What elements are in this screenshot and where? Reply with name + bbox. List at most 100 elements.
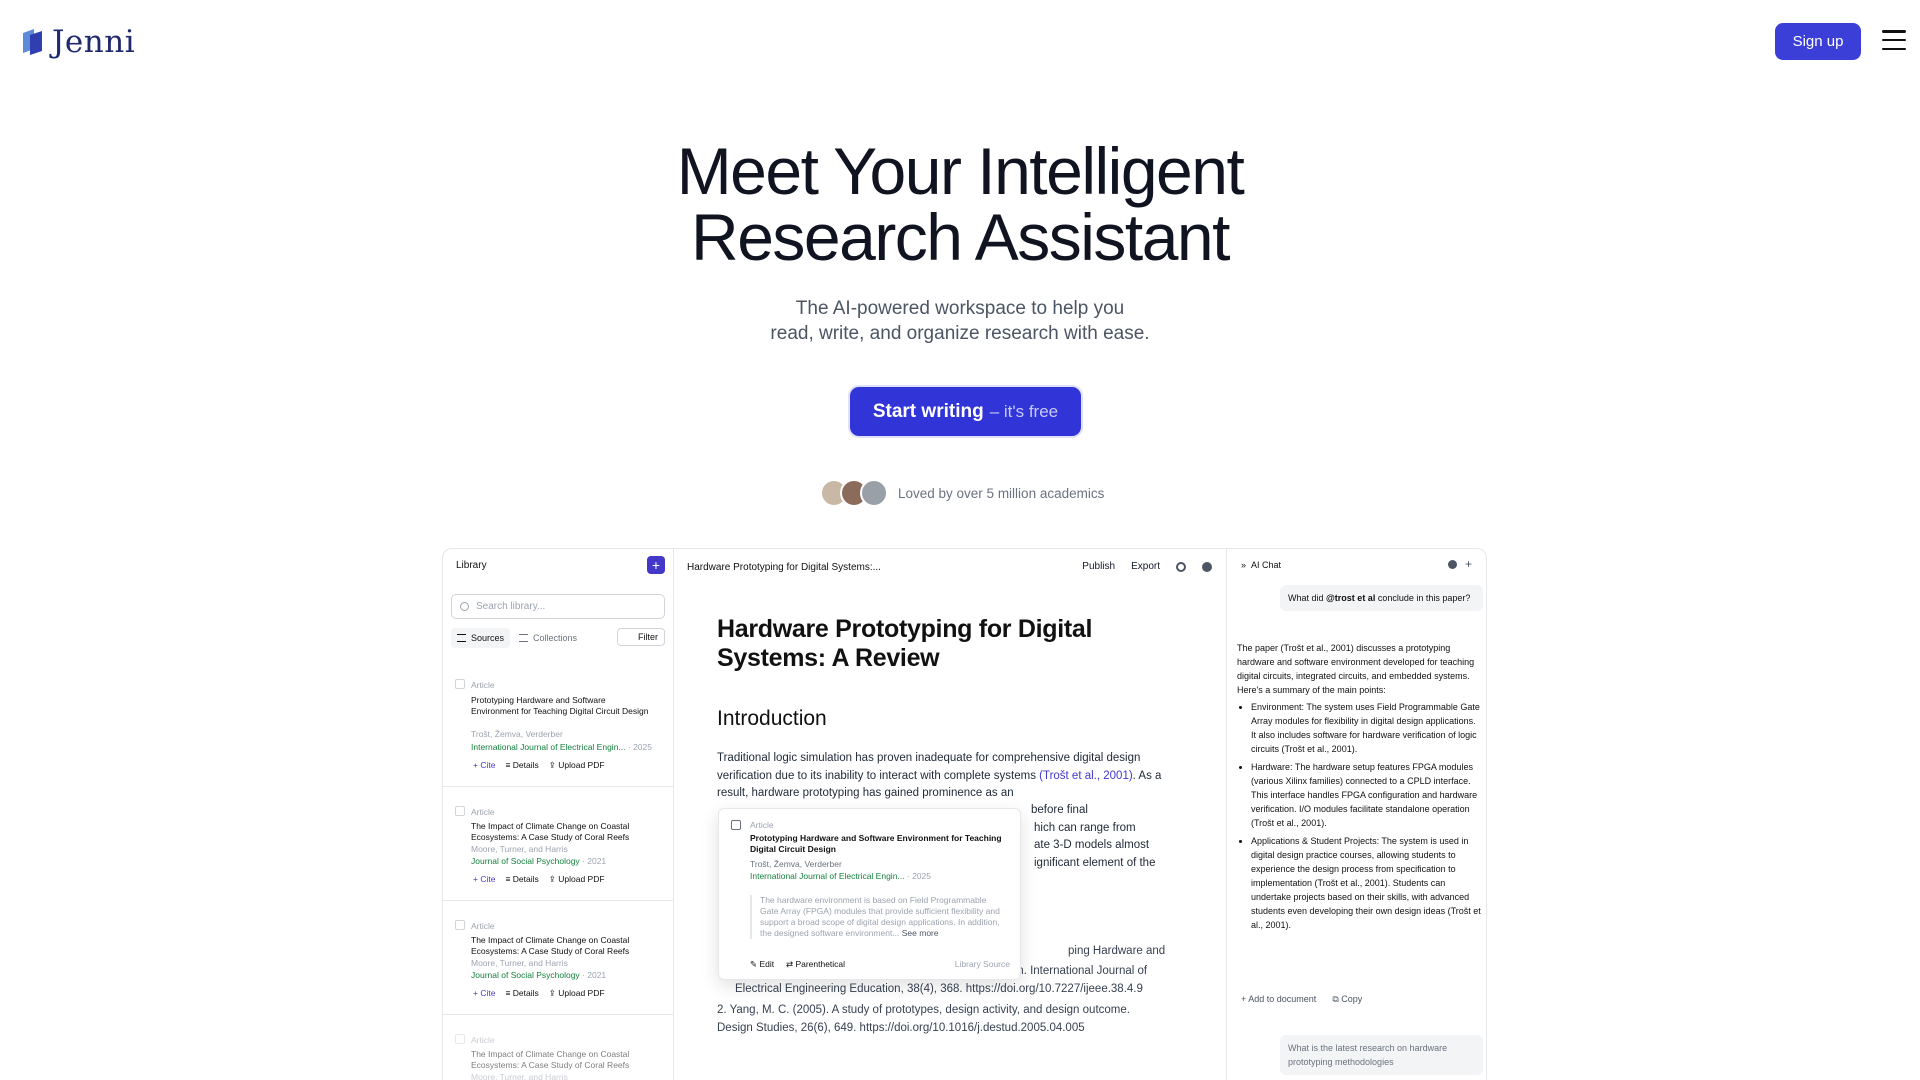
chat-header: » AI Chat [1241, 560, 1281, 570]
journal-year: · 2021 [582, 970, 607, 980]
card-type: Article [471, 1035, 495, 1045]
card-title: The Impact of Climate Change on Coastal … [471, 935, 630, 956]
user-message: What is the latest research on hardware … [1280, 1035, 1483, 1075]
document-heading[interactable]: Hardware Prototyping for Digital Systems… [717, 615, 1137, 673]
reference-fragment: ping Hardware and [1068, 945, 1166, 957]
brand-name: Jenni [52, 24, 136, 60]
cite-button[interactable]: + Cite [473, 988, 495, 999]
collapse-icon[interactable]: » [1241, 560, 1246, 570]
tab-sources-label: Sources [471, 633, 505, 643]
upload-pdf-button[interactable]: ⇪ Upload PDF [549, 988, 605, 999]
parenthetical-button[interactable]: ⇄ Parenthetical [786, 959, 845, 969]
details-button[interactable]: ≡ Details [505, 988, 538, 999]
journal-name: Journal of Social Psychology [471, 970, 580, 980]
card-title: The Impact of Climate Change on Coastal … [471, 821, 630, 842]
cite-button[interactable]: + Cite [473, 874, 495, 885]
copy-label: Copy [1341, 994, 1363, 1004]
details-button[interactable]: ≡ Details [505, 760, 538, 771]
filter-button[interactable]: Filter [617, 628, 665, 646]
top-navbar: Jenni Sign up [0, 0, 1920, 84]
hero-title-line-2: Research Assistant [691, 200, 1230, 274]
upload-pdf-button[interactable]: ⇪ Upload PDF [549, 874, 605, 885]
popover-type: Article [750, 820, 774, 830]
search-icon [460, 602, 469, 611]
add-to-document-button[interactable]: + Add to document [1241, 994, 1316, 1005]
cite-label: Cite [480, 760, 496, 770]
library-search-input[interactable]: Search library... [451, 594, 665, 619]
card-checkbox[interactable] [455, 920, 465, 930]
card-authors: Moore, Turner, and Harris [471, 958, 568, 968]
library-card[interactable]: Article The Impact of Climate Change on … [443, 901, 674, 1015]
brand-logo[interactable]: Jenni [20, 24, 135, 60]
card-actions: + Cite ≡ Details ⇪ Upload PDF [473, 988, 605, 999]
history-icon[interactable] [1448, 560, 1457, 569]
card-authors: Moore, Turner, and Harris [471, 1072, 568, 1080]
card-title: Prototyping Hardware and Software Enviro… [471, 695, 649, 716]
card-type: Article [471, 807, 495, 817]
card-type: Article [471, 680, 495, 690]
inline-citation[interactable]: (Trošt et al., 2001) [1039, 770, 1133, 782]
publish-button[interactable]: Publish [1082, 561, 1115, 572]
message-text-cont: conclude in this paper? [1375, 593, 1471, 603]
export-button[interactable]: Export [1131, 561, 1160, 572]
editor-toolbar: Publish Export [1082, 561, 1212, 572]
popover-abstract: The hardware environment is based on Fie… [750, 895, 1005, 939]
library-source-label: Library Source [954, 959, 1010, 969]
card-actions: + Cite ≡ Details ⇪ Upload PDF [473, 874, 605, 885]
card-checkbox[interactable] [455, 806, 465, 816]
hero-subtitle: The AI-powered workspace to help you rea… [0, 296, 1920, 346]
paragraph-fragment: hich can range from [1034, 822, 1136, 834]
message-text: What did [1288, 593, 1327, 603]
filter-label: Filter [638, 632, 658, 642]
start-writing-button[interactable]: Start writing – it's free [850, 387, 1081, 436]
hero-title: Meet Your Intelligent Research Assistant [0, 138, 1920, 270]
details-label: Details [512, 874, 539, 884]
library-card[interactable]: Article The Impact of Climate Change on … [443, 787, 674, 901]
chat-header-actions: + [1448, 558, 1474, 570]
card-title: The Impact of Climate Change on Coastal … [471, 1049, 630, 1070]
chat-title: AI Chat [1251, 560, 1282, 570]
edit-button[interactable]: ✎ Edit [750, 959, 774, 969]
user-message: What did @trost et al conclude in this p… [1280, 585, 1483, 611]
hamburger-menu-icon[interactable] [1882, 30, 1906, 50]
details-label: Details [512, 760, 539, 770]
hero-subtitle-line-2: read, write, and organize research with … [770, 323, 1150, 344]
card-authors: Trošt, Žemva, Verderber [471, 729, 563, 739]
details-button[interactable]: ≡ Details [505, 874, 538, 885]
reference-item[interactable]: 2. Yang, M. C. (2005). A study of protot… [717, 1002, 1157, 1037]
upload-pdf-button[interactable]: ⇪ Upload PDF [549, 760, 605, 771]
logo-icon [20, 27, 46, 57]
new-chat-icon[interactable]: + [1465, 558, 1474, 570]
library-card[interactable]: Article Prototyping Hardware and Softwar… [443, 669, 674, 787]
paragraph-fragment: ate 3-D models almost [1034, 839, 1150, 851]
settings-icon[interactable] [1176, 561, 1186, 572]
journal-year: · 2021 [582, 856, 607, 866]
sign-up-button[interactable]: Sign up [1775, 23, 1861, 60]
document-paragraph[interactable]: Traditional logic simulation has proven … [717, 750, 1177, 803]
copy-button[interactable]: ⧉ Copy [1332, 994, 1362, 1005]
assistant-message: The paper (Trošt et al., 2001) discusses… [1237, 641, 1482, 936]
add-source-button[interactable]: + [647, 556, 665, 574]
journal-year: · 2025 [627, 742, 652, 752]
list-icon [457, 634, 466, 642]
document-title: Hardware Prototyping for Digital Systems… [687, 562, 881, 573]
tab-collections[interactable]: Collections [513, 628, 583, 648]
upload-label: Upload PDF [558, 988, 605, 998]
card-journal: International Journal of Electrical Engi… [471, 742, 671, 752]
abstract-text: The hardware environment is based on Fie… [760, 895, 1000, 938]
history-icon[interactable] [1202, 561, 1212, 572]
reference-text: 2. Yang, M. C. (2005). A study of protot… [717, 1004, 1130, 1034]
library-card[interactable]: Article The Impact of Climate Change on … [443, 1015, 674, 1080]
section-heading[interactable]: Introduction [717, 707, 827, 731]
editor-panel: Hardware Prototyping for Digital Systems… [674, 549, 1226, 1080]
social-proof-text: Loved by over 5 million academics [898, 485, 1105, 501]
library-title: Library [456, 560, 487, 571]
mention: @trost et al [1326, 593, 1376, 603]
tab-sources[interactable]: Sources [451, 628, 511, 648]
cite-button[interactable]: + Cite [473, 760, 495, 771]
answer-point: Hardware: The hardware setup features FP… [1251, 760, 1482, 830]
card-checkbox[interactable] [455, 1034, 465, 1044]
see-more-link[interactable]: See more [902, 928, 939, 938]
details-label: Details [512, 988, 539, 998]
card-checkbox[interactable] [455, 679, 465, 689]
